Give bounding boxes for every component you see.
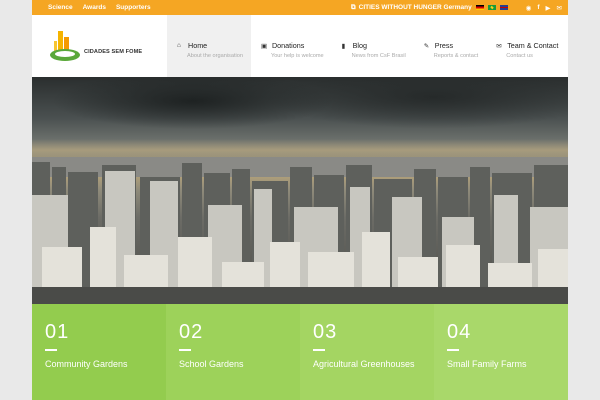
bookmark-icon: ▮: [341, 42, 346, 50]
nav-subtitle: Reports & contact: [433, 53, 479, 59]
tile-label: Small Family Farms: [447, 359, 527, 369]
tile-label: School Gardens: [179, 359, 244, 369]
home-icon: ⌂: [177, 42, 181, 49]
nav-subtitle: Contact us: [506, 53, 533, 59]
german-flag-icon[interactable]: [475, 5, 484, 10]
envelope-icon: ✉: [496, 42, 502, 50]
social-links: ◉ f ▶ ✉: [526, 4, 562, 12]
uk-flag-icon[interactable]: [499, 5, 508, 10]
nav-title: Press: [434, 41, 454, 50]
tile-community-gardens[interactable]: 01 Community Gardens: [32, 304, 166, 400]
tile-number: 03: [313, 321, 338, 343]
top-link-awards[interactable]: Awards: [83, 4, 106, 11]
pencil-icon: ✎: [423, 42, 430, 50]
tile-label: Agricultural Greenhouses: [313, 359, 415, 369]
tile-number: 04: [447, 321, 472, 343]
top-links: Science Awards Supporters: [32, 4, 151, 11]
youtube-icon[interactable]: ▶: [546, 4, 551, 12]
logo-mark-icon: [50, 27, 80, 61]
tile-school-gardens[interactable]: 02 School Gardens: [166, 304, 300, 400]
mail-icon[interactable]: ✉: [557, 4, 562, 12]
tile-divider: [179, 349, 191, 351]
nav-item-team-contact[interactable]: ✉ Team & Contact Contact us: [486, 15, 566, 77]
logo-text: CIDADES SEM FOME: [84, 49, 143, 55]
nav-title: Home: [188, 41, 208, 50]
tile-small-family-farms[interactable]: 04 Small Family Farms: [434, 304, 568, 400]
nav-item-home[interactable]: ⌂ Home About the organisation: [167, 15, 251, 77]
main-nav: ⌂ Home About the organisation ▣ Donations …: [167, 15, 566, 77]
nav-subtitle: News from CsF Brasil: [351, 53, 406, 59]
top-link-supporters[interactable]: Supporters: [116, 4, 151, 11]
feature-tiles: 01 Community Gardens 02 School Gardens 0…: [32, 304, 568, 400]
nav-subtitle: About the organisation: [187, 53, 243, 59]
hero-city-image: [32, 77, 568, 304]
nav-item-blog[interactable]: ▮ Blog News from CsF Brasil: [332, 15, 414, 77]
top-bar: Science Awards Supporters ⧉ CITIES WITHO…: [32, 0, 568, 15]
city-skyline: [32, 157, 568, 304]
nav-title: Team & Contact: [507, 41, 559, 50]
nav-item-donations[interactable]: ▣ Donations Your help is welcome: [251, 15, 332, 77]
money-icon: ▣: [260, 42, 268, 50]
nav-title: Blog: [352, 41, 368, 50]
tile-divider: [45, 349, 57, 351]
tile-number: 01: [45, 321, 70, 343]
nav-title: Donations: [271, 41, 305, 50]
tile-agricultural-greenhouses[interactable]: 03 Agricultural Greenhouses: [300, 304, 434, 400]
top-link-science[interactable]: Science: [48, 4, 73, 11]
nav-item-press[interactable]: ✎ Press Reports & contact: [414, 15, 486, 77]
tile-divider: [313, 349, 325, 351]
facebook-icon[interactable]: f: [537, 4, 539, 12]
site-logo[interactable]: CIDADES SEM FOME: [50, 27, 142, 61]
top-right: ⧉ CITIES WITHOUT HUNGER Germany ◉ f ▶ ✉: [351, 4, 568, 12]
site-header: CIDADES SEM FOME ⌂ Home About the organis…: [32, 15, 568, 77]
cities-without-hunger-link[interactable]: ⧉ CITIES WITHOUT HUNGER Germany: [351, 4, 472, 12]
tile-label: Community Gardens: [45, 359, 128, 369]
rss-icon[interactable]: ◉: [526, 4, 532, 12]
cwh-label: CITIES WITHOUT HUNGER Germany: [358, 4, 472, 11]
tile-divider: [447, 349, 459, 351]
brazil-flag-icon[interactable]: [487, 5, 496, 10]
tile-number: 02: [179, 321, 204, 343]
nav-subtitle: Your help is welcome: [270, 53, 324, 59]
external-link-icon: ⧉: [351, 3, 356, 11]
